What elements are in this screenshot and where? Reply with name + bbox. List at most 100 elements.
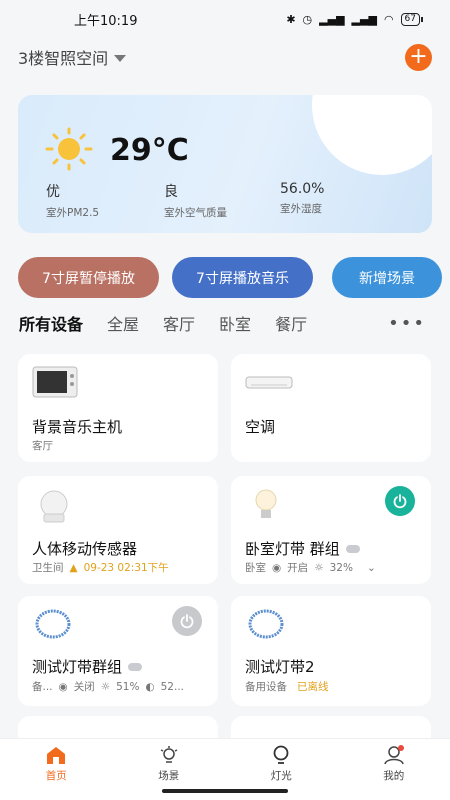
tab-bedroom[interactable]: 卧室 (219, 311, 251, 335)
plus-icon: + (409, 44, 428, 69)
more-icon[interactable]: ••• (388, 313, 426, 334)
state-text: 关闭 (73, 681, 95, 693)
home-selector[interactable]: 3楼智照空间 (18, 45, 127, 69)
scene-actions: 7寸屏暂停播放 7寸屏播放音乐 新增场景 (18, 257, 442, 299)
bulb-icon (255, 489, 277, 518)
power-toggle-on[interactable] (385, 486, 415, 516)
bluetooth-icon: ✱ (286, 12, 296, 26)
device-name: 测试灯带群组 (32, 656, 143, 677)
nav-label: 场景 (158, 770, 180, 782)
device-card-music-host[interactable]: 背景音乐主机 客厅 (18, 354, 218, 462)
device-name-text: 测试灯带群组 (32, 658, 123, 676)
room-label: 备用设备 (245, 681, 287, 693)
tab-dining-room[interactable]: 餐厅 (275, 311, 307, 335)
weather-card[interactable]: 29°C 优 室外PM2.5 良 室外空气质量 56.0% 室外湿度 (18, 95, 432, 233)
color-temp-icon: ◐ (145, 680, 155, 693)
brightness-text: 32% (329, 561, 353, 574)
device-status-line: 卧室 ◉ 开启 ☼ 32% ⌄ (245, 560, 376, 575)
bulb-icon (273, 745, 289, 764)
status-time: 上午10:19 (74, 13, 138, 29)
alert-bell-icon: ▲ (69, 561, 78, 574)
device-name: 人体移动传感器 (32, 540, 138, 558)
device-card-motion-sensor[interactable]: 人体移动传感器 卫生间 ▲ 09-23 02:31下午 (18, 476, 218, 584)
device-status-line: 备用设备 已离线 (245, 679, 329, 694)
state-icon: ◉ (58, 680, 68, 693)
device-room: 客厅 (32, 438, 53, 453)
state-icon: ◉ (272, 561, 282, 574)
humidity-label: 室外湿度 (280, 203, 322, 215)
battery-icon: 67 (400, 12, 424, 26)
tab-all-devices[interactable]: 所有设备 (19, 311, 83, 335)
signal-icon: ▂▄▆ (319, 12, 345, 26)
humidity-value: 56.0% (280, 181, 325, 197)
room-label: 卫生间 (32, 562, 64, 574)
aqi-value: 良 (164, 184, 178, 200)
power-toggle-off[interactable] (172, 606, 202, 636)
nav-home[interactable]: 首页 (0, 739, 113, 800)
device-card-test-strip-2[interactable]: 测试灯带2 备用设备 已离线 (231, 596, 431, 706)
user-icon (384, 745, 404, 765)
room-label: 备... (32, 681, 53, 693)
add-scene-button[interactable]: 新增场景 (332, 257, 442, 298)
moon-decoration (312, 95, 432, 175)
temperature: 29°C (110, 133, 189, 168)
nav-label: 首页 (45, 770, 67, 782)
tab-living-room[interactable]: 客厅 (163, 311, 195, 335)
color-temp-text: 52... (160, 680, 184, 693)
room-label: 卧室 (245, 562, 266, 574)
offline-badge: 已离线 (297, 681, 329, 693)
device-card-test-strip-group[interactable]: 测试灯带群组 备... ◉ 关闭 ☼ 51% ◐ 52... (18, 596, 218, 706)
motion-sensor-icon (40, 490, 68, 523)
music-host-icon (32, 366, 78, 398)
device-status-line: 备... ◉ 关闭 ☼ 51% ◐ 52... (32, 679, 184, 694)
state-text: 开启 (287, 562, 309, 574)
expand-chevron-icon[interactable]: ⌄ (367, 562, 376, 574)
room-label: 客厅 (32, 440, 53, 452)
device-status-line: 卫生间 ▲ 09-23 02:31下午 (32, 560, 169, 575)
device-card-ac[interactable]: 空调 (231, 354, 431, 462)
scene-icon (160, 746, 178, 763)
alert-time: 09-23 02:31下午 (83, 562, 169, 574)
sun-icon (45, 127, 93, 171)
power-icon (393, 494, 407, 509)
home-indicator (162, 789, 288, 793)
signal-icon-2: ▂▄▆ (351, 12, 377, 26)
device-name-text: 卧室灯带 群组 (245, 540, 340, 558)
nav-profile[interactable]: 我的 (338, 739, 450, 800)
device-name: 空调 (245, 418, 276, 436)
group-icon (345, 544, 360, 553)
device-name: 测试灯带2 (245, 658, 315, 676)
light-strip-icon (35, 609, 71, 639)
light-strip-icon (248, 609, 284, 639)
alarm-icon: ◷ (302, 12, 313, 26)
pm25-stat: 优 室外PM2.5 (46, 181, 99, 220)
brightness-icon: ☼ (314, 561, 324, 574)
aqi-label: 室外空气质量 (164, 207, 227, 219)
air-conditioner-icon (245, 376, 293, 389)
status-bar: 上午10:19 ✱ ◷ ▂▄▆ ▂▄▆ ◠ 67 (0, 0, 450, 38)
brightness-icon: ☼ (100, 680, 111, 693)
status-icons: ✱ ◷ ▂▄▆ ▂▄▆ ◠ 67 (286, 12, 424, 26)
scene-pause-button[interactable]: 7寸屏暂停播放 (18, 257, 159, 298)
brightness-text: 51% (116, 680, 140, 693)
caret-down-icon (114, 54, 127, 62)
group-icon (128, 662, 143, 671)
pm25-label: 室外PM2.5 (46, 207, 100, 219)
home-icon (47, 747, 66, 764)
tab-whole-house[interactable]: 全屋 (107, 311, 139, 335)
device-name: 卧室灯带 群组 (245, 538, 360, 559)
device-name: 背景音乐主机 (32, 418, 123, 436)
pm25-value: 优 (46, 184, 60, 200)
humidity-stat: 56.0% 室外湿度 (280, 181, 324, 216)
room-tabs: 所有设备 全屋 客厅 卧室 餐厅 ••• (0, 309, 450, 337)
power-icon (180, 614, 194, 629)
device-card-bedroom-strip[interactable]: 卧室灯带 群组 卧室 ◉ 开启 ☼ 32% ⌄ (231, 476, 431, 584)
aqi-stat: 良 室外空气质量 (164, 181, 227, 220)
wifi-icon: ◠ (383, 12, 394, 26)
home-name: 3楼智照空间 (18, 49, 109, 68)
add-button[interactable]: + (405, 43, 432, 71)
nav-label: 灯光 (270, 770, 292, 782)
header: 3楼智照空间 + (0, 40, 450, 74)
scene-play-button[interactable]: 7寸屏播放音乐 (172, 257, 313, 298)
nav-label: 我的 (383, 770, 405, 782)
